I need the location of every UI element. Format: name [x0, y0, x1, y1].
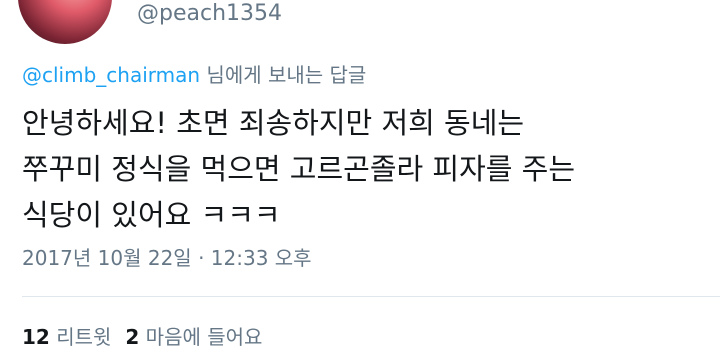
tweet-line: 식당이 있어요 ㅋㅋㅋ	[22, 198, 281, 232]
reply-context: @climb_chairman 님에게 보내는 답글	[22, 62, 366, 88]
likes-label: 마음에 들어요	[139, 325, 263, 349]
reply-mention-link[interactable]: @climb_chairman	[22, 63, 200, 87]
tweet-text: 안녕하세요! 초면 죄송하지만 저희 동네는 쭈꾸미 정식을 먹으면 고르곤졸라…	[22, 100, 702, 238]
tweet-line: 쭈꾸미 정식을 먹으면 고르곤졸라 피자를 주는	[22, 152, 576, 186]
reply-suffix: 님에게 보내는 답글	[200, 63, 367, 87]
tweet-timestamp[interactable]: 2017년 10월 22일 · 12:33 오후	[22, 245, 312, 271]
retweets-count: 12	[22, 325, 50, 349]
divider	[22, 296, 720, 297]
retweets-label: 리트윗	[49, 325, 112, 349]
avatar[interactable]	[18, 0, 112, 44]
retweets-stat[interactable]: 12 리트윗	[22, 325, 111, 349]
likes-count: 2	[125, 325, 140, 349]
user-handle[interactable]: @peach1354	[137, 0, 282, 28]
tweet-line: 안녕하세요! 초면 죄송하지만 저희 동네는	[22, 106, 525, 140]
tweet-stats: 12 리트윗 2 마음에 들어요	[22, 324, 262, 350]
likes-stat[interactable]: 2 마음에 들어요	[125, 325, 262, 349]
